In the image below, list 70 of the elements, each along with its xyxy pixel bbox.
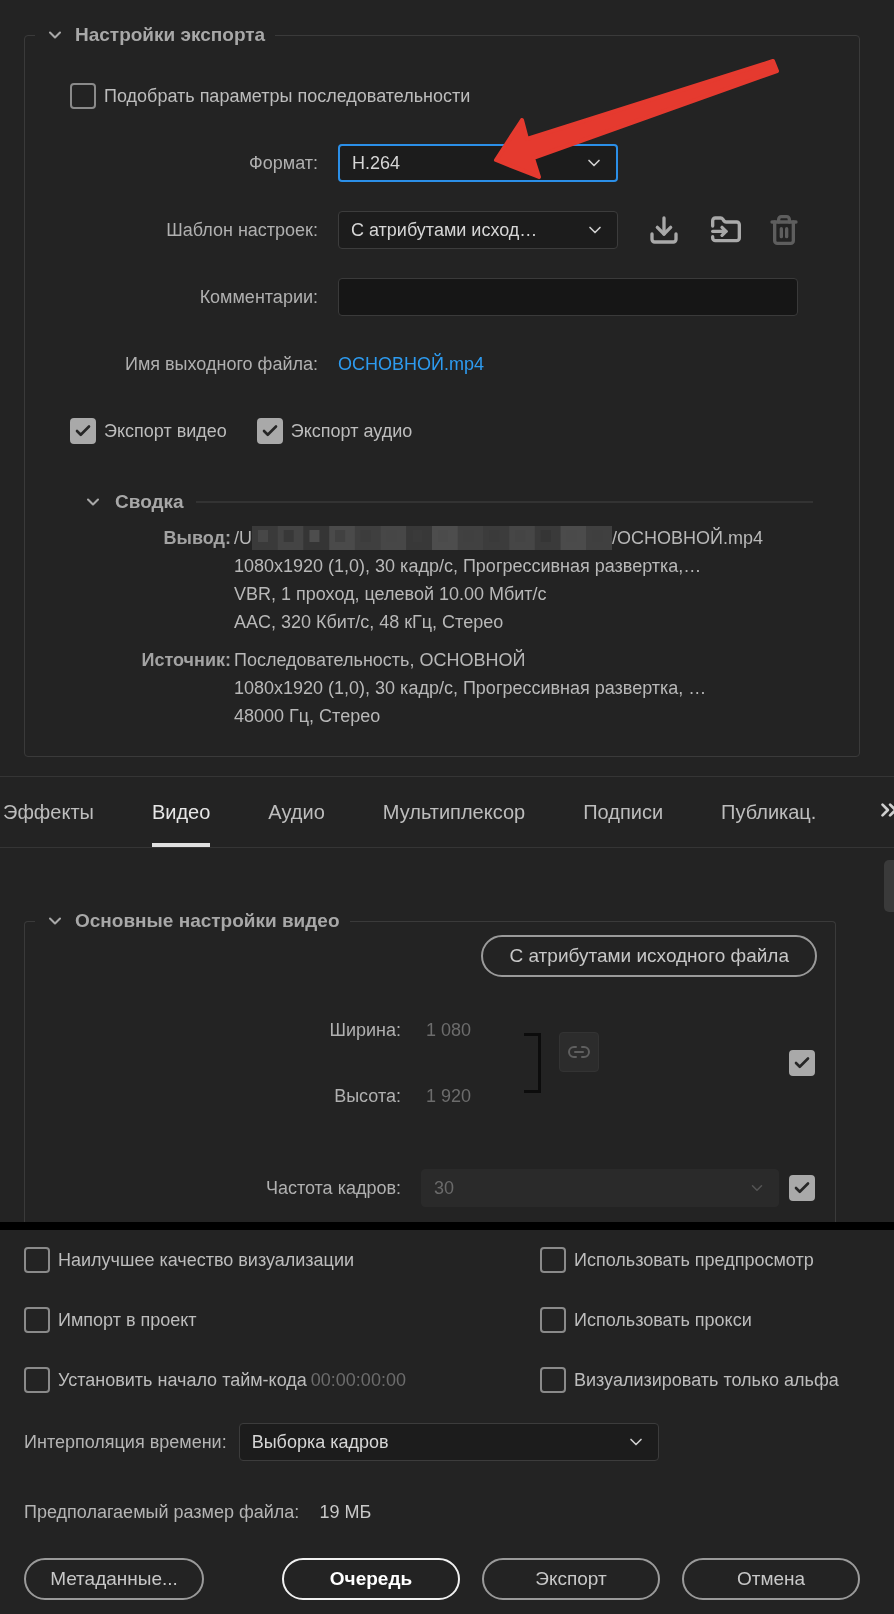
preset-dropdown[interactable]: С атрибутами исход… xyxy=(338,211,618,249)
checkbox[interactable] xyxy=(540,1307,566,1333)
field-label: Шаблон настроек: xyxy=(165,219,318,241)
checkbox[interactable] xyxy=(256,418,283,444)
dialog-button[interactable]: Очередь xyxy=(282,1558,460,1600)
checkbox-text: Использовать прокси xyxy=(574,1309,752,1331)
tab[interactable]: Публикац. xyxy=(721,777,817,847)
field-label: Интерполяция времени: xyxy=(24,1431,227,1453)
checkbox-text: Использовать предпросмотр xyxy=(574,1249,814,1271)
tab[interactable]: Мультиплексор xyxy=(382,777,526,847)
section-title: Настройки экспорта xyxy=(75,24,266,46)
summary-text: AAC, 320 Кбит/с, 48 кГц, Стерео xyxy=(234,611,505,634)
trash-icon[interactable] xyxy=(768,214,800,246)
checkbox-label[interactable]: Импорт в проект xyxy=(24,1307,197,1333)
field-label: Комментарии: xyxy=(198,286,318,308)
section-title: Сводка xyxy=(115,491,184,513)
match-source-button[interactable]: С атрибутами исходного файла xyxy=(481,935,817,977)
summary-label: Вывод: xyxy=(162,527,231,550)
checkbox-text: Визуализировать только альфа xyxy=(574,1369,839,1391)
checkbox-label[interactable]: Подобрать параметры последовательности xyxy=(70,83,471,109)
checkbox-text: Наилучшее качество визуализации xyxy=(58,1249,354,1271)
summary-text: /ОСНОВНОЙ.mp4 xyxy=(612,526,763,550)
scrollbar-thumb[interactable] xyxy=(884,860,894,912)
summary-text: 1080x1920 (1,0), 30 кадр/с, Прогрессивная развертка, … xyxy=(234,677,708,700)
file-size-value: 19 МБ xyxy=(319,1501,372,1523)
summary-text: 48000 Гц, Стерео xyxy=(234,705,382,728)
dialog-button[interactable]: Отмена xyxy=(682,1558,860,1600)
field-label: Формат: xyxy=(248,152,318,174)
summary-label: Источник: xyxy=(140,649,231,672)
field-label: Имя выходного файла: xyxy=(124,353,318,375)
checkbox[interactable] xyxy=(789,1050,815,1076)
checkbox-label[interactable]: Установить начало тайм-кода xyxy=(24,1367,307,1393)
checkbox[interactable] xyxy=(70,83,96,109)
checkbox-label[interactable]: Экспорт аудио xyxy=(256,418,413,444)
dialog-button[interactable]: Экспорт xyxy=(482,1558,660,1600)
tab[interactable]: Подписи xyxy=(583,777,664,847)
dialog-button[interactable]: Метаданные... xyxy=(24,1558,204,1600)
field-label: Предполагаемый размер файла: xyxy=(24,1501,300,1523)
tab[interactable]: Аудио xyxy=(268,777,325,847)
interpolation-dropdown[interactable]: Выборка кадров xyxy=(238,1423,659,1461)
checkbox[interactable] xyxy=(24,1307,50,1333)
tab[interactable]: Видео xyxy=(151,777,211,847)
checkbox[interactable] xyxy=(540,1247,566,1273)
tab[interactable]: Эффекты xyxy=(3,777,94,847)
section-title: Основные настройки видео xyxy=(75,910,340,932)
summary-text: Последовательность, ОСНОВНОЙ xyxy=(234,648,527,672)
field-label: Частота кадров: xyxy=(264,1177,401,1199)
download-icon[interactable] xyxy=(648,214,680,246)
checkbox-text: Подобрать параметры последовательности xyxy=(104,85,471,107)
field-label: Ширина: xyxy=(328,1019,401,1041)
summary-text: VBR, 1 проход, целевой 10.00 Мбит/с xyxy=(234,583,548,606)
checkbox[interactable] xyxy=(540,1367,566,1393)
summary-text: /U xyxy=(234,527,252,550)
checkbox-label[interactable]: Использовать прокси xyxy=(540,1307,752,1333)
checkbox-text: Импорт в проект xyxy=(58,1309,197,1331)
checkbox-text: Экспорт аудио xyxy=(290,420,413,442)
comments-field[interactable] xyxy=(338,278,798,316)
checkbox-label[interactable]: Экспорт видео xyxy=(70,418,227,444)
checkbox[interactable] xyxy=(789,1175,815,1201)
checkbox-label[interactable]: Визуализировать только альфа xyxy=(540,1367,839,1393)
checkbox-label[interactable]: Использовать предпросмотр xyxy=(540,1247,814,1273)
checkbox-text: Экспорт видео xyxy=(104,420,227,442)
checkbox-text: Установить начало тайм-кода xyxy=(58,1369,307,1391)
checkbox[interactable] xyxy=(24,1367,50,1393)
checkbox[interactable] xyxy=(70,418,96,444)
checkbox-label[interactable]: Наилучшее качество визуализации xyxy=(24,1247,354,1273)
field-label: Высота: xyxy=(333,1085,401,1107)
summary-text: 1080x1920 (1,0), 30 кадр/с, Прогрессивная развертка,… xyxy=(234,555,703,578)
checkbox[interactable] xyxy=(24,1247,50,1273)
output-file-link[interactable]: ОСНОВНОЙ.mp4 xyxy=(338,353,484,375)
